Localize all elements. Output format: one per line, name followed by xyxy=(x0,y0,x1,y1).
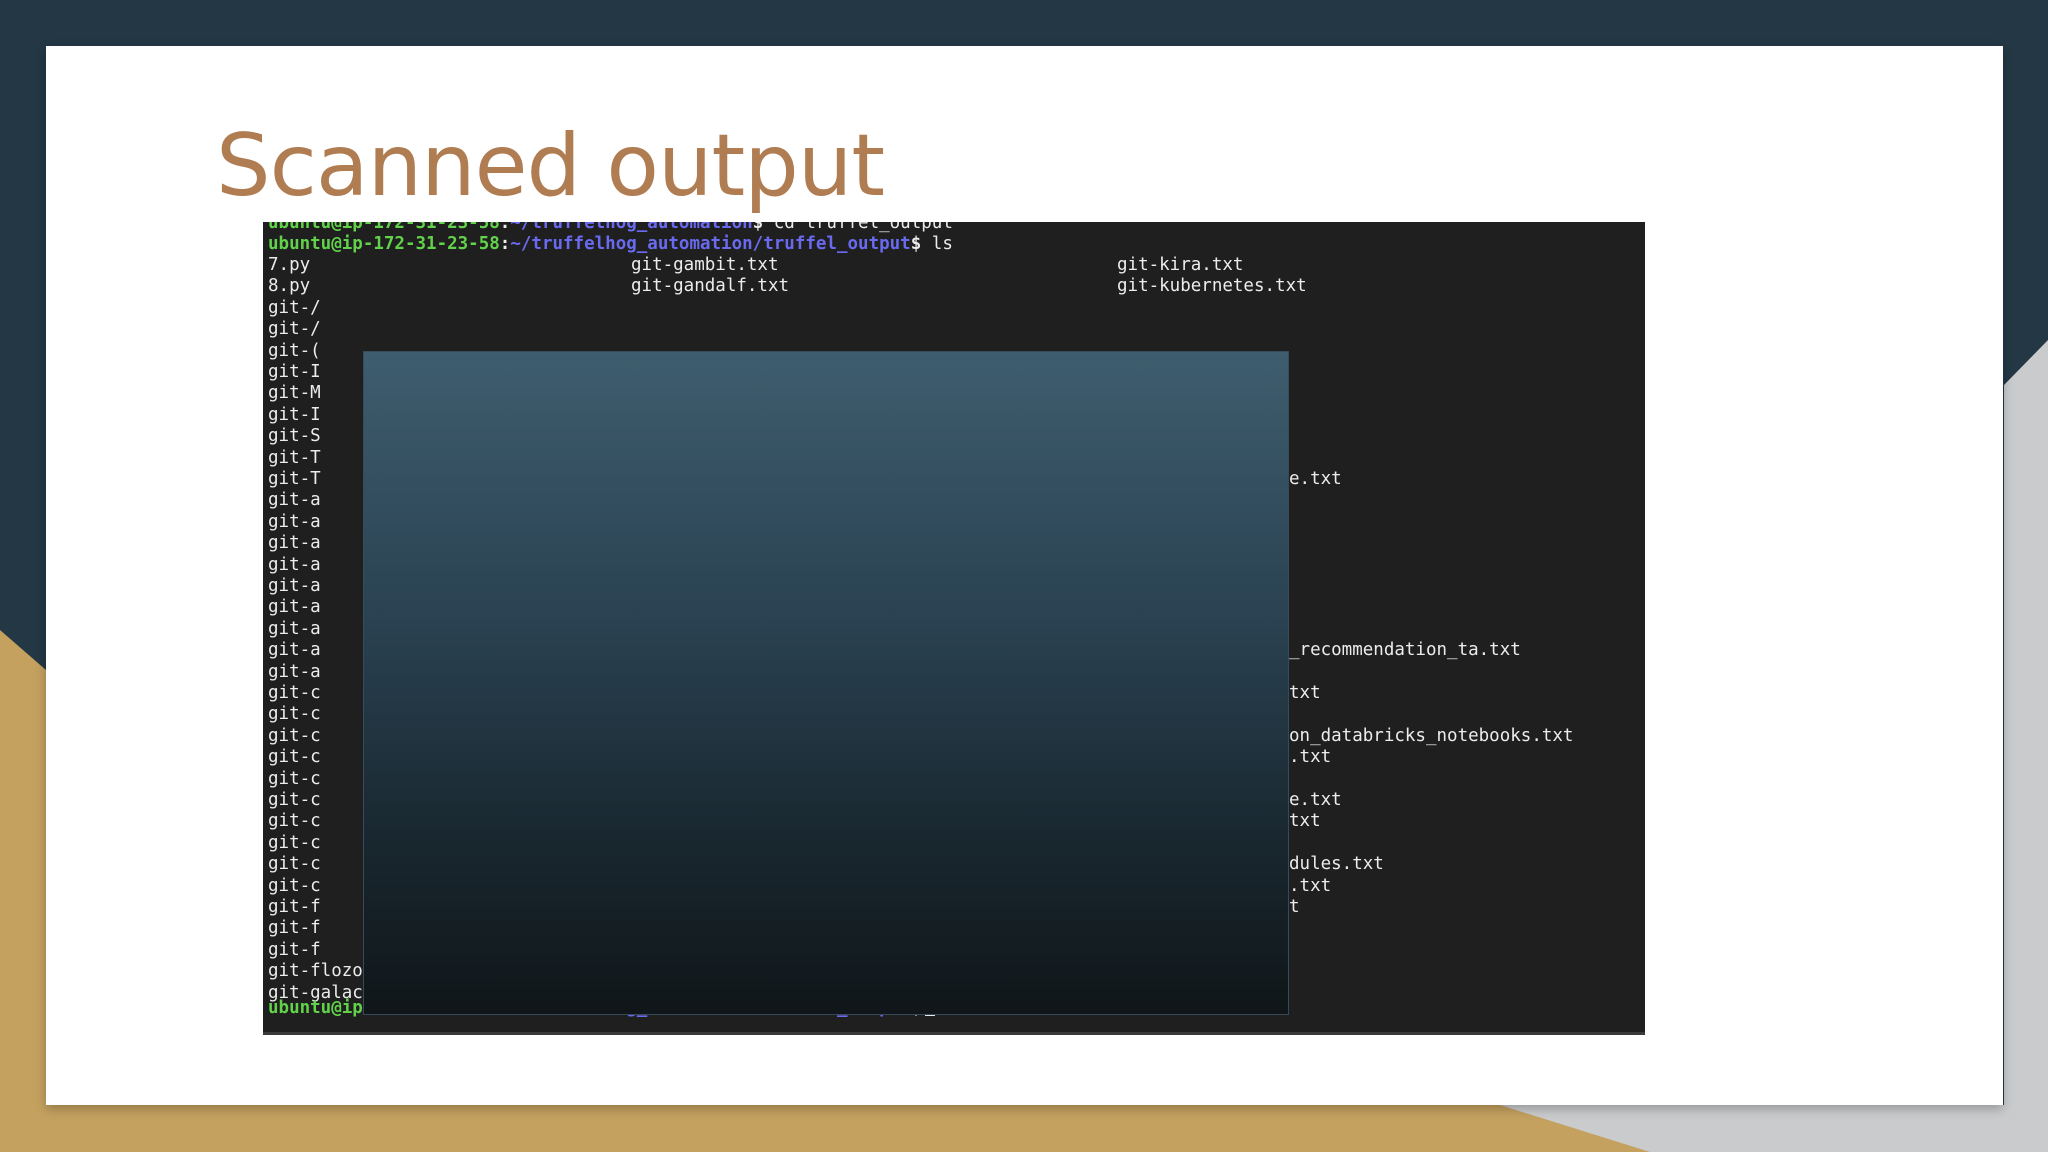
file-entry: git-kira.txt xyxy=(1117,255,1244,275)
file-entry: git-c xyxy=(268,875,321,896)
file-entry: git-c xyxy=(268,811,321,832)
file-entry: git-T xyxy=(268,447,321,468)
file-entry: git-gandalf.txt xyxy=(631,276,790,297)
file-entry-fragment: .txt xyxy=(1289,747,1332,768)
file-entry-fragment: on_databricks_notebooks.txt xyxy=(1289,725,1574,746)
terminal-line-cd: ubuntu@ip-172-31-23-58:~/truffelhog_auto… xyxy=(268,222,953,233)
file-entry: git-S xyxy=(268,426,321,447)
file-entry: git-a xyxy=(268,576,321,596)
file-entry-fragment: txt xyxy=(1289,683,1321,703)
slide: Scanned output ubuntu@ip-172-31-23-58:~/… xyxy=(46,46,2003,1105)
file-entry: git-a xyxy=(268,640,321,661)
file-entry-fragment: dules.txt xyxy=(1289,854,1384,875)
file-entry: git-c xyxy=(268,790,321,810)
file-entry: git-f xyxy=(268,939,321,960)
file-entry: git-a xyxy=(268,490,321,511)
file-entry: git-a xyxy=(268,597,321,618)
file-entry: git-a xyxy=(268,661,321,682)
slide-title: Scanned output xyxy=(216,116,885,216)
file-entry: git-f xyxy=(268,897,321,917)
file-entry: 8.py xyxy=(268,276,311,297)
file-entry-fragment: t xyxy=(1289,897,1300,917)
file-entry-fragment: e.txt xyxy=(1289,469,1342,489)
file-entry: git-a xyxy=(268,533,321,554)
file-entry: git-kubernetes.txt xyxy=(1117,276,1307,297)
file-entry: git-c xyxy=(268,768,321,789)
file-entry: git-f xyxy=(268,918,321,939)
file-entry: git-c xyxy=(268,725,321,746)
file-entry: git-a xyxy=(268,511,321,532)
file-entry: git-a xyxy=(268,618,321,639)
file-entry-fragment: .txt xyxy=(1289,875,1332,896)
redaction-overlay xyxy=(363,351,1289,1015)
file-entry: git-a xyxy=(268,554,321,575)
terminal-line-ls: ubuntu@ip-172-31-23-58:~/truffelhog_auto… xyxy=(268,234,953,254)
file-entry: git-/ xyxy=(268,319,321,340)
file-entry: git-( xyxy=(268,340,321,361)
file-entry: git-M xyxy=(268,383,321,404)
file-entry: git-I xyxy=(268,404,321,425)
file-entry: git-c xyxy=(268,854,321,875)
file-entry: git-gambit.txt xyxy=(631,255,779,275)
file-entry: 7.py xyxy=(268,255,311,275)
file-entry: git-c xyxy=(268,747,321,768)
file-entry: git-c xyxy=(268,683,321,703)
file-entry: git-T xyxy=(268,469,321,489)
file-entry: git-c xyxy=(268,832,321,853)
file-entry-fragment: _recommendation_ta.txt xyxy=(1289,640,1521,661)
file-entry: git-I xyxy=(268,362,321,382)
file-entry-fragment: txt xyxy=(1289,811,1321,832)
file-entry: git-/ xyxy=(268,297,321,318)
file-entry: git-c xyxy=(268,704,321,725)
file-entry-fragment: e.txt xyxy=(1289,790,1342,810)
